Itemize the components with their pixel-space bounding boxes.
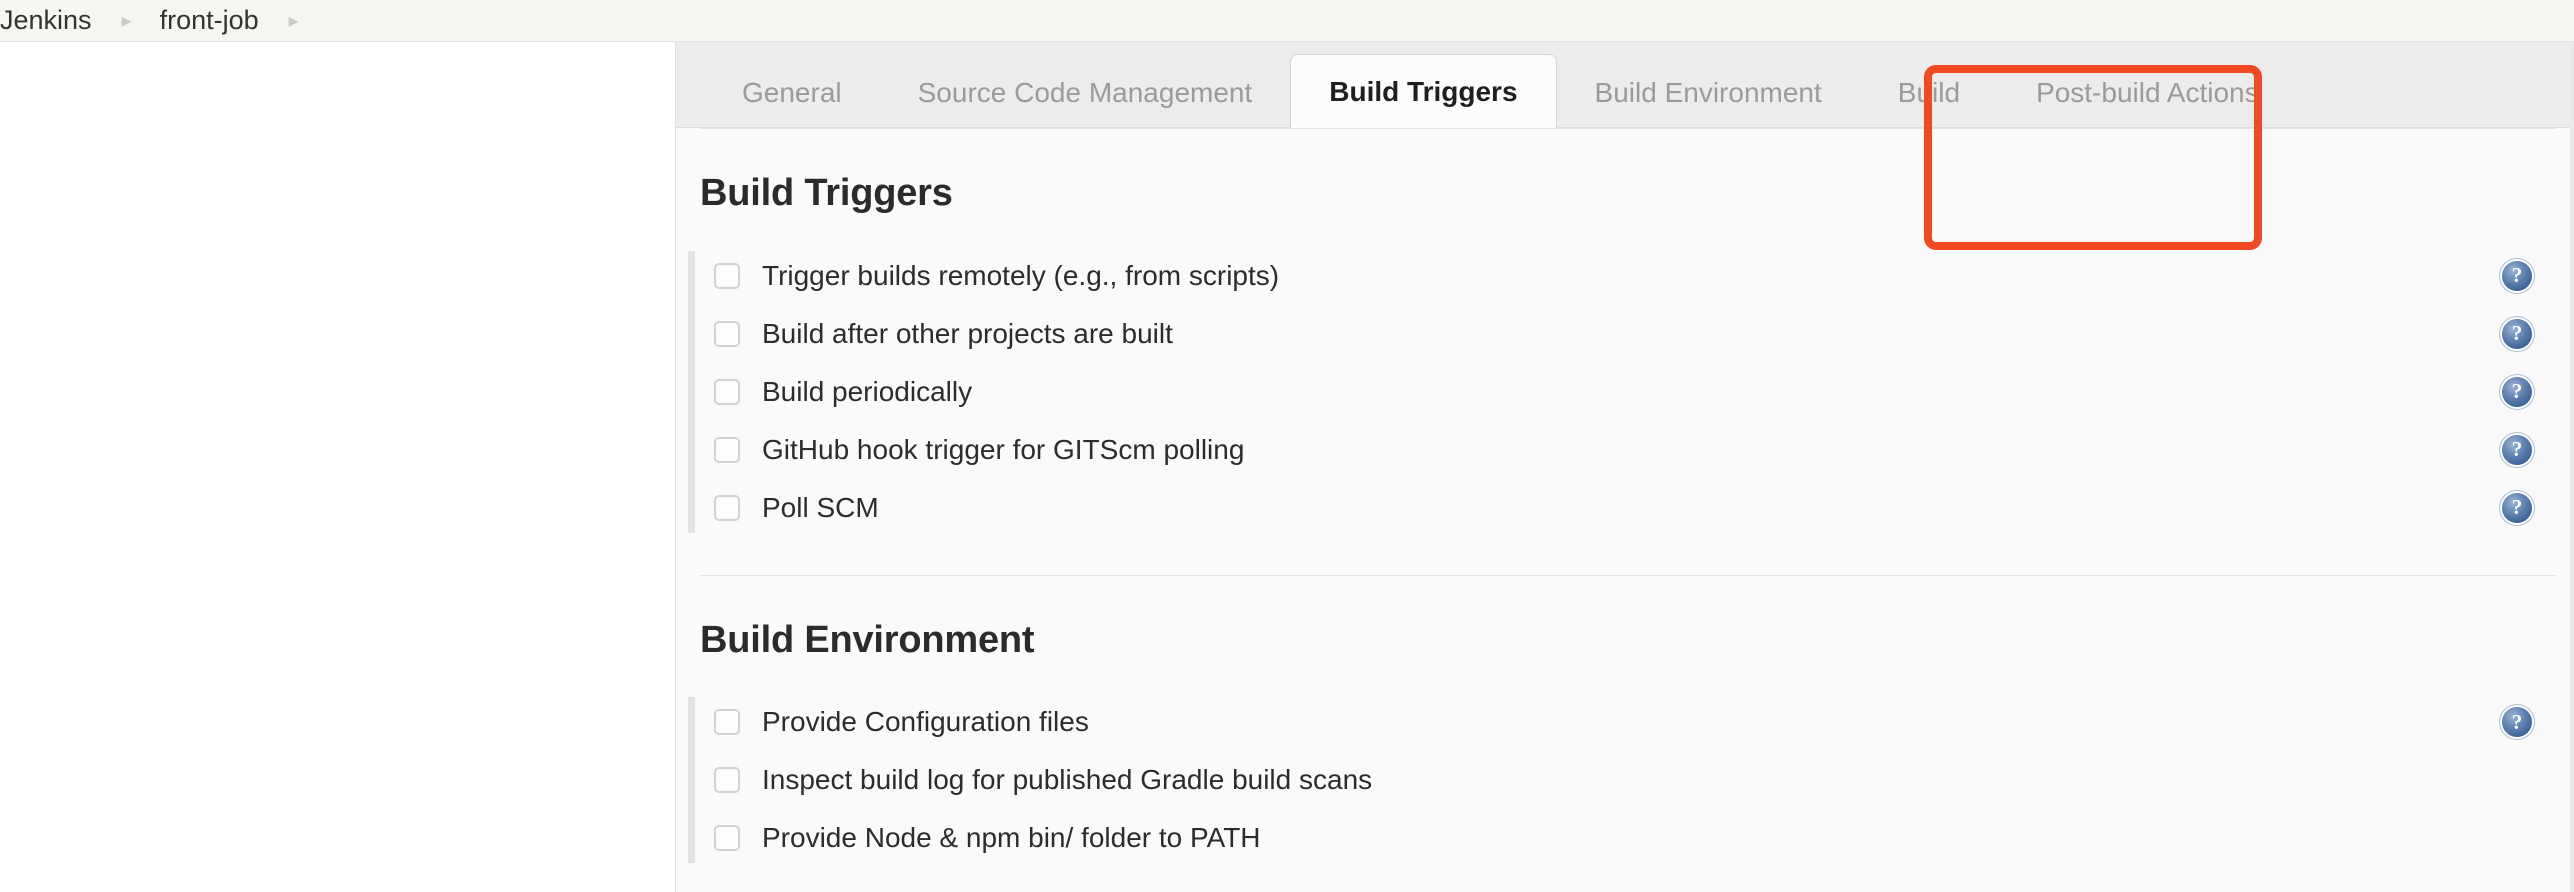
option-label: Build after other projects are built — [762, 317, 1173, 349]
option-row-provide-node-npm-path[interactable]: Provide Node & npm bin/ folder to PATH — [700, 809, 2574, 867]
tab-build-environment[interactable]: Build Environment — [1557, 59, 1860, 127]
option-row-github-hook-trigger[interactable]: GitHub hook trigger for GITScm polling ? — [700, 421, 2574, 479]
help-icon-glyph: ? — [2511, 437, 2523, 462]
tab-build[interactable]: Build — [1860, 59, 1998, 127]
option-label: Poll SCM — [762, 491, 879, 523]
option-label: Provide Configuration files — [762, 706, 1089, 738]
config-content: Build Triggers Trigger builds remotely (… — [676, 128, 2574, 892]
breadcrumb-separator-icon: ▸ — [288, 9, 299, 32]
options-group-build-environment: Provide Configuration files ? Inspect bu… — [676, 693, 2574, 867]
help-icon[interactable]: ? — [2502, 376, 2532, 407]
checkbox-build-after-other-projects[interactable] — [714, 320, 740, 347]
page-body: General Source Code Management Build Tri… — [0, 42, 2574, 892]
option-row-provide-configuration-files[interactable]: Provide Configuration files ? — [700, 693, 2574, 751]
section-title-build-triggers: Build Triggers — [700, 172, 953, 214]
help-icon[interactable]: ? — [2502, 434, 2532, 465]
panel-scrollbar[interactable] — [2570, 42, 2574, 892]
checkbox-provide-configuration-files[interactable] — [714, 709, 740, 736]
section-title-build-environment: Build Environment — [700, 618, 1035, 661]
section-build-environment: Build Environment Provide Configuration … — [676, 574, 2574, 868]
tab-post-build-actions[interactable]: Post-build Actions — [1998, 59, 2297, 127]
option-row-build-after-other-projects[interactable]: Build after other projects are built ? — [700, 305, 2574, 363]
option-row-poll-scm[interactable]: Poll SCM ? — [700, 479, 2574, 537]
tab-source-code-management[interactable]: Source Code Management — [880, 59, 1291, 127]
option-row-inspect-build-log[interactable]: Inspect build log for published Gradle b… — [700, 751, 2574, 809]
breadcrumb-separator-icon: ▸ — [121, 9, 132, 32]
help-icon[interactable]: ? — [2502, 318, 2532, 349]
breadcrumb-item-jenkins[interactable]: Jenkins — [0, 7, 92, 34]
checkbox-build-periodically[interactable] — [714, 378, 740, 405]
help-icon-glyph: ? — [2511, 321, 2523, 346]
config-tab-bar: General Source Code Management Build Tri… — [676, 42, 2574, 128]
option-label: Build periodically — [762, 375, 973, 407]
checkbox-github-hook-trigger[interactable] — [714, 436, 740, 463]
config-panel: General Source Code Management Build Tri… — [676, 42, 2574, 892]
sidebar — [0, 42, 676, 892]
help-icon-glyph: ? — [2511, 379, 2523, 404]
option-label: GitHub hook trigger for GITScm polling — [762, 433, 1245, 465]
tab-general[interactable]: General — [704, 59, 880, 127]
tab-build-triggers[interactable]: Build Triggers — [1290, 54, 1557, 128]
option-row-trigger-builds-remotely[interactable]: Trigger builds remotely (e.g., from scri… — [700, 247, 2574, 305]
section-build-triggers: Build Triggers Trigger builds remotely (… — [676, 128, 2574, 537]
help-icon[interactable]: ? — [2502, 492, 2532, 523]
option-label: Provide Node & npm bin/ folder to PATH — [762, 822, 1261, 854]
help-icon-glyph: ? — [2511, 263, 2523, 288]
help-icon-glyph: ? — [2511, 495, 2523, 520]
option-label: Inspect build log for published Gradle b… — [762, 764, 1373, 796]
option-label: Trigger builds remotely (e.g., from scri… — [762, 259, 1280, 291]
option-row-build-periodically[interactable]: Build periodically ? — [700, 363, 2574, 421]
help-icon[interactable]: ? — [2502, 260, 2532, 291]
checkbox-provide-node-npm-path[interactable] — [714, 825, 740, 852]
breadcrumb: Jenkins ▸ front-job ▸ — [0, 0, 2574, 42]
options-group-build-triggers: Trigger builds remotely (e.g., from scri… — [676, 247, 2574, 537]
checkbox-inspect-build-log[interactable] — [714, 767, 740, 794]
checkbox-poll-scm[interactable] — [714, 494, 740, 521]
checkbox-trigger-builds-remotely[interactable] — [714, 262, 740, 289]
breadcrumb-item-front-job[interactable]: front-job — [160, 7, 259, 34]
help-icon-glyph: ? — [2511, 709, 2523, 734]
help-icon[interactable]: ? — [2502, 707, 2532, 738]
